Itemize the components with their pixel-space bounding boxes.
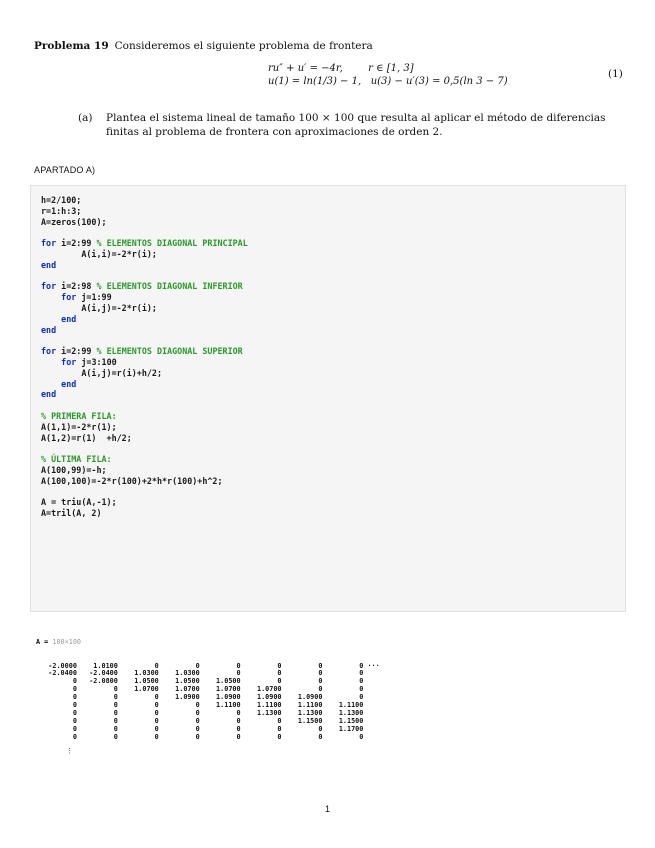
output-var: A = <box>36 637 53 646</box>
code-line: A(i,i)=-2*r(i); <box>41 249 248 260</box>
code-line: A=zeros(100); <box>41 217 248 228</box>
code-comment: % PRIMERA FILA: <box>41 410 117 421</box>
code-line: end <box>41 325 248 336</box>
code-text: j=3:100 <box>76 356 117 367</box>
equation-line-1: ru″ + u′ = −4r, r ∈ [1, 3] <box>268 63 414 74</box>
section-heading: APARTADO A) <box>34 165 96 175</box>
code-keyword: end <box>41 259 57 270</box>
code-keyword: end <box>61 313 77 324</box>
code-line: for j=3:100 <box>41 357 248 368</box>
code-line: end <box>41 314 248 325</box>
code-line: h=2/100; <box>41 195 248 206</box>
code-text: j=1:99 <box>76 292 112 303</box>
code-text: A(1,2)=r(1) +h/2; <box>41 432 132 443</box>
output-size: 100×100 <box>52 637 82 646</box>
code-line: % ÚLTIMA FILA: <box>41 454 248 465</box>
code-text: A(i,j)=-2*r(i); <box>41 302 157 313</box>
code-line: A(100,99)=-h; <box>41 465 248 476</box>
code-keyword: end <box>61 378 77 389</box>
code-line: A(100,100)=-2*r(100)+2*h*r(100)+h^2; <box>41 476 248 487</box>
matrix-rows: -2.0000 1.0100 0 0 0 0 0 0 ··· -2.0400 -… <box>36 662 379 742</box>
code-line: A(1,1)=-2*r(1); <box>41 422 248 433</box>
code-text: A(100,100)=-2*r(100)+2*h*r(100)+h^2; <box>41 475 223 486</box>
code-comment: % ELEMENTOS DIAGONAL INFERIOR <box>96 281 243 292</box>
code-text: i=2:98 <box>56 281 97 292</box>
part-a-text: Plantea el sistema lineal de tamaño 100 … <box>106 112 606 138</box>
code-text: i=2:99 <box>56 238 97 249</box>
code-line: end <box>41 389 248 400</box>
code-line: A = triu(A,-1); <box>41 497 248 508</box>
code-keyword: end <box>41 324 57 335</box>
code-keyword: end <box>41 389 57 400</box>
problem-statement: Problema 19 Consideremos el siguiente pro… <box>34 40 373 52</box>
code-keyword: for <box>41 281 57 292</box>
boundary-value-equations: ru″ + u′ = −4r, r ∈ [1, 3] u(1) = ln(1/3… <box>268 62 508 88</box>
code-keyword: for <box>41 238 57 249</box>
code-line: for i=2:99 % ELEMENTOS DIAGONAL PRINCIPA… <box>41 238 248 249</box>
code-text: A = triu(A,-1); <box>41 497 117 508</box>
code-line: A(i,j)=-2*r(i); <box>41 303 248 314</box>
page-number: 1 <box>324 804 330 814</box>
code-comment: % ÚLTIMA FILA: <box>41 454 112 465</box>
code-keyword: for <box>41 346 57 357</box>
code-text: A(i,j)=r(i)+h/2; <box>41 367 163 378</box>
code-text: i=2:99 <box>56 346 97 357</box>
code-line: % PRIMERA FILA: <box>41 411 248 422</box>
code-text: A(100,99)=-h; <box>41 464 107 475</box>
code-comment: % ELEMENTOS DIAGONAL PRINCIPAL <box>96 238 248 249</box>
vertical-ellipsis: ⋮ <box>66 747 73 755</box>
code-line: for i=2:99 % ELEMENTOS DIAGONAL SUPERIOR <box>41 346 248 357</box>
problem-label: Problema 19 <box>34 40 109 52</box>
code-line: end <box>41 260 248 271</box>
code-line: for i=2:98 % ELEMENTOS DIAGONAL INFERIOR <box>41 281 248 292</box>
code-text: A=zeros(100); <box>41 216 107 227</box>
part-a: (a) Plantea el sistema lineal de tamaño … <box>78 111 632 139</box>
code-line: A=tril(A, 2) <box>41 508 248 519</box>
code-text: A=tril(A, 2) <box>41 508 102 519</box>
code-keyword: for <box>61 356 77 367</box>
output-header: A = 100×100 <box>36 637 380 647</box>
code-block: h=2/100; r=1:h:3; A=zeros(100); for i=2:99 … <box>30 185 626 612</box>
equation-number: (1) <box>608 68 623 80</box>
code-text: h=2/100; <box>41 195 82 205</box>
code-listing: h=2/100; r=1:h:3; A=zeros(100); for i=2:99 … <box>41 195 248 519</box>
code-keyword: for <box>61 292 77 303</box>
equation-line-2: u(1) = ln(1/3) − 1, u(3) − u′(3) = 0,5(l… <box>268 76 508 87</box>
part-a-label: (a) <box>78 112 93 124</box>
code-text: A(i,i)=-2*r(i); <box>41 248 157 259</box>
code-line: for j=1:99 <box>41 292 248 303</box>
matrix-row: 0 0 0 0 0 0 0 0 <box>36 732 364 741</box>
code-text: A(1,1)=-2*r(1); <box>41 421 117 432</box>
matrix-output: A = 100×100 -2.0000 1.0100 0 0 0 0 0 0 ·… <box>36 623 380 749</box>
code-line: end <box>41 379 248 390</box>
code-comment: % ELEMENTOS DIAGONAL SUPERIOR <box>96 346 243 357</box>
code-line: A(1,2)=r(1) +h/2; <box>41 433 248 444</box>
code-line: r=1:h:3; <box>41 206 248 217</box>
code-line: A(i,j)=r(i)+h/2; <box>41 368 248 379</box>
problem-text: Consideremos el siguiente problema de fr… <box>114 40 373 52</box>
code-text: r=1:h:3; <box>41 205 82 216</box>
